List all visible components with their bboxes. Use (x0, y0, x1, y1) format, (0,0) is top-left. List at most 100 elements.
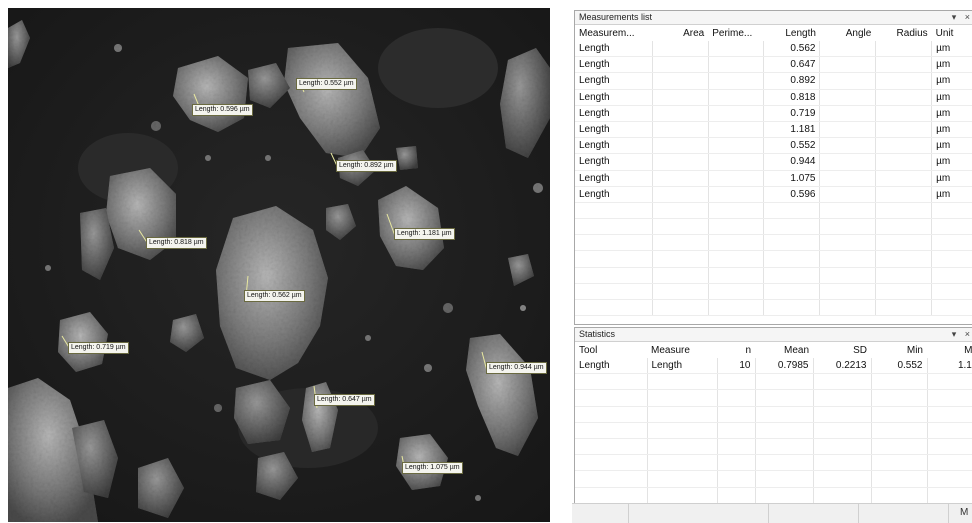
cell-perimeter (707, 89, 764, 106)
cell-unit: µm (931, 89, 972, 106)
cell-mean (754, 487, 813, 504)
table-row[interactable]: Length 1.181 µm (575, 121, 972, 139)
status-bar: M (572, 503, 972, 523)
table-row[interactable]: Length 1.075 µm (575, 170, 972, 187)
cell-tool (575, 454, 647, 472)
column-header[interactable]: Tool (575, 342, 647, 358)
cell-area (652, 41, 709, 58)
measurement-label[interactable]: Length: 0.562 µm (244, 290, 305, 302)
cell-max (926, 487, 972, 504)
cell-radius (874, 267, 932, 284)
cell-radius (874, 153, 932, 171)
column-header[interactable]: Mean (755, 342, 813, 358)
measurement-label[interactable]: Length: 1.181 µm (394, 228, 455, 240)
cell-unit: µm (931, 105, 972, 122)
measurement-label[interactable]: Length: 0.818 µm (146, 237, 207, 249)
column-header[interactable]: n (717, 342, 755, 358)
table-row[interactable]: Length 0.818 µm (575, 89, 972, 106)
cell-measurement (575, 267, 653, 284)
cell-length: 0.596 (763, 186, 820, 203)
table-header-row: Measurem... Area Perime... Length Angle … (575, 25, 972, 41)
cell-mean (754, 389, 813, 407)
cell-perimeter (707, 170, 764, 187)
table-row[interactable]: Length 0.944 µm (575, 153, 972, 171)
column-header[interactable]: Area (653, 25, 708, 41)
cell-n (716, 487, 755, 504)
cell-angle (819, 137, 876, 155)
panel-controls[interactable]: ▾ × (952, 11, 972, 24)
column-header[interactable]: SD (813, 342, 871, 358)
cell-length (763, 299, 820, 317)
cell-perimeter (707, 121, 764, 139)
measurement-label[interactable]: Length: 0.719 µm (68, 342, 129, 354)
cell-unit: µm (931, 137, 972, 155)
measurement-label[interactable]: Length: 0.647 µm (314, 394, 375, 406)
cell-radius (874, 89, 932, 106)
column-header[interactable]: Angle (820, 25, 875, 41)
empty-row (575, 438, 972, 456)
status-divider (628, 504, 629, 523)
cell-radius (874, 186, 932, 203)
column-header[interactable]: Perime... (708, 25, 763, 41)
table-row[interactable]: Length 0.892 µm (575, 72, 972, 90)
cell-angle (819, 283, 876, 301)
status-divider (948, 504, 949, 523)
empty-row (575, 283, 972, 301)
empty-row (575, 234, 972, 252)
empty-row (575, 218, 972, 236)
cell-max (926, 406, 972, 423)
cell-unit: µm (931, 186, 972, 203)
cell-unit (931, 283, 972, 301)
column-header[interactable]: Measurem... (575, 25, 653, 41)
table-row[interactable]: LengthLength100.79850.22130.5521.181 (575, 358, 972, 375)
cell-mean (754, 422, 813, 439)
table-row[interactable]: Length 0.552 µm (575, 137, 972, 155)
cell-radius (874, 234, 932, 252)
cell-length (763, 218, 820, 236)
cell-max (926, 454, 972, 472)
cell-area (652, 283, 709, 301)
table-row[interactable]: Length 0.647 µm (575, 56, 972, 74)
cell-radius (874, 121, 932, 139)
cell-angle (819, 250, 876, 268)
cell-unit: µm (931, 41, 972, 58)
panel-controls[interactable]: ▾ × (952, 328, 972, 341)
cell-area (652, 105, 709, 122)
cell-measurement (575, 202, 653, 220)
table-row[interactable]: Length 0.596 µm (575, 186, 972, 203)
measurement-label[interactable]: Length: 0.944 µm (486, 362, 547, 374)
column-header[interactable]: Measure (647, 342, 717, 358)
cell-perimeter (707, 218, 764, 236)
column-header[interactable]: Min (871, 342, 927, 358)
cell-area (652, 234, 709, 252)
measurement-label[interactable]: Length: 0.596 µm (192, 104, 253, 116)
cell-min (870, 454, 927, 472)
measurement-label[interactable]: Length: 0.892 µm (336, 160, 397, 172)
cell-unit (931, 299, 972, 317)
cell-mean: 0.7985 (754, 358, 813, 375)
cell-n (716, 454, 755, 472)
cell-sd (812, 406, 871, 423)
empty-row (575, 299, 972, 317)
table-row[interactable]: Length 0.719 µm (575, 105, 972, 122)
cell-radius (874, 41, 932, 58)
cell-area (652, 121, 709, 139)
cell-radius (874, 105, 932, 122)
column-header[interactable]: Max (927, 342, 972, 358)
cell-area (652, 186, 709, 203)
measurement-label[interactable]: Length: 0.552 µm (296, 78, 357, 90)
cell-length: 1.075 (763, 170, 820, 187)
cell-mean (754, 373, 813, 391)
cell-angle (819, 89, 876, 106)
column-header[interactable]: Length (764, 25, 820, 41)
cell-measurement: Length (575, 137, 653, 155)
cell-length: 0.647 (763, 56, 820, 74)
column-header[interactable]: Unit (932, 25, 972, 41)
cell-unit (931, 218, 972, 236)
column-header[interactable]: Radius (875, 25, 931, 41)
cell-perimeter (707, 250, 764, 268)
cell-sd (812, 422, 871, 439)
panel-title: Statistics (579, 329, 616, 339)
table-row[interactable]: Length 0.562 µm (575, 41, 972, 58)
measurement-label[interactable]: Length: 1.075 µm (402, 462, 463, 474)
